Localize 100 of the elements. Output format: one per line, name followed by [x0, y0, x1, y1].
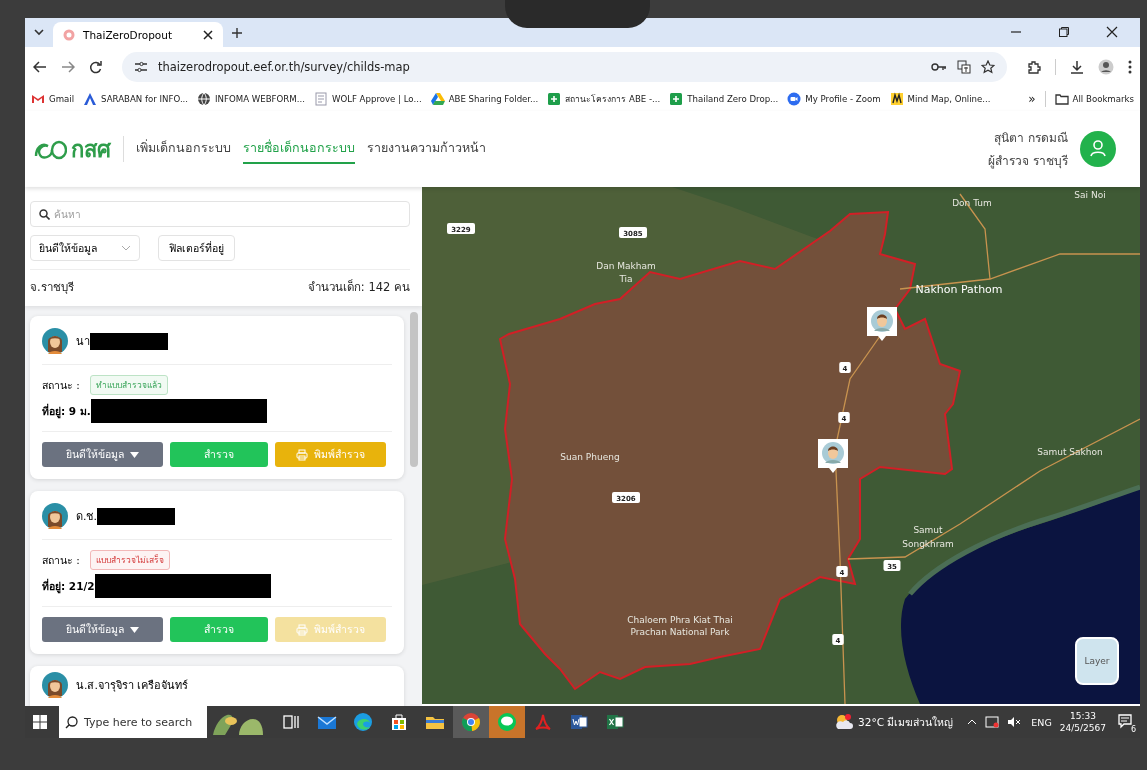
language-indicator[interactable]: ENG — [1031, 716, 1052, 728]
speaker-muted-icon[interactable] — [1007, 716, 1022, 728]
weather-text: 32°C มีเมฆส่วนใหญ่ — [858, 714, 954, 731]
page-icon — [313, 92, 328, 106]
child-avatar-icon — [42, 503, 68, 529]
video-camera-icon — [787, 92, 802, 106]
address-text: ที่อยู่: 21/2 — [42, 577, 95, 595]
user-name: สุนิตา กรดมณี — [994, 130, 1068, 147]
notification-icon[interactable]: 6 — [1118, 714, 1134, 730]
layer-button[interactable]: Layer — [1075, 637, 1119, 685]
bookmark[interactable]: My Profile - Zoom — [787, 92, 881, 106]
printer-icon — [296, 623, 308, 636]
child-avatar-icon — [42, 672, 68, 698]
drive-icon — [430, 92, 445, 106]
bookmark[interactable]: สถานะโครงการ ABE -... — [547, 92, 661, 106]
back-arrow-icon[interactable] — [33, 61, 47, 73]
status-badge: ทำแบบสำรวจแล้ว — [89, 375, 168, 395]
child-pin-icon[interactable] — [818, 439, 848, 473]
bookmark[interactable]: ABE Sharing Folder... — [430, 92, 539, 106]
chevron-down-icon[interactable] — [33, 27, 45, 37]
map-label: Suan Phueng — [560, 452, 620, 462]
profile-avatar-icon[interactable] — [1098, 59, 1114, 75]
child-name: น.ส.จารุจิรา เครือจันทร์ — [76, 678, 189, 694]
user-avatar-icon[interactable] — [1080, 131, 1116, 167]
child-avatar-icon — [42, 328, 68, 354]
forward-arrow-icon[interactable] — [61, 61, 75, 73]
star-icon[interactable] — [981, 60, 995, 74]
mind-map-icon — [889, 92, 904, 106]
restore-icon[interactable] — [1058, 26, 1070, 38]
bookmark[interactable]: Gmail — [31, 92, 75, 106]
spreadsheet-icon — [605, 712, 625, 732]
map-label: Samut — [913, 525, 943, 535]
spreadsheet-icon — [547, 92, 562, 106]
consent-dropdown[interactable]: ยินดีให้ข้อมูล — [30, 235, 140, 261]
address-text: ที่อยู่: 9 ม. — [42, 402, 91, 420]
map-label: Nakhon Pathom — [915, 283, 1003, 296]
translate-icon[interactable] — [957, 60, 971, 74]
map-label: Chaloem Phra Kiat Thai — [627, 615, 733, 625]
reload-icon[interactable] — [89, 60, 102, 74]
mail-icon — [31, 92, 45, 106]
triangle-logo-icon — [83, 92, 98, 106]
plus-icon[interactable] — [231, 27, 243, 39]
chat-bubble-app-button[interactable] — [489, 706, 525, 738]
tab-title: ThaiZeroDropout — [83, 28, 174, 41]
child-name: นา — [76, 334, 90, 350]
consent-dropdown-button[interactable]: ยินดีให้ข้อมูล — [42, 617, 163, 642]
logo-text: กสศ — [71, 135, 111, 164]
map-label: Dan Makham — [596, 261, 656, 271]
cloudy-weather-icon — [834, 714, 855, 730]
shopping-bag-icon — [389, 712, 409, 732]
taskbar-search-field[interactable]: Type here to search — [59, 706, 207, 738]
spreadsheet-icon — [669, 92, 684, 106]
all-bookmarks-button[interactable]: All Bookmarks — [1054, 93, 1134, 105]
extensions-icon[interactable] — [1027, 60, 1041, 74]
more-bookmarks-button[interactable]: » — [1028, 92, 1036, 106]
bookmark[interactable]: WOLF Approve | Lo... — [313, 92, 422, 106]
url-text: thaizerodropout.eef.or.th/survey/childs-map — [158, 60, 410, 74]
map-label: Sai Noi — [1074, 190, 1106, 200]
close-icon[interactable] — [1106, 26, 1118, 38]
search-icon — [39, 208, 50, 220]
address-filter-button[interactable]: ฟิลเตอร์ที่อยู่ — [158, 235, 235, 261]
chevron-up-icon[interactable] — [967, 719, 978, 725]
child-pin-icon[interactable] — [867, 307, 897, 341]
chevron-down-icon — [121, 245, 131, 251]
caret-down-icon — [130, 626, 139, 633]
clock-date: 24/5/2567 — [1059, 723, 1106, 733]
clock-time: 15:33 — [1069, 711, 1096, 721]
word-document-icon — [569, 712, 589, 732]
folder-icon — [1054, 93, 1069, 105]
nav-link[interactable]: เพิ่มเด็กนอกระบบ — [136, 134, 231, 164]
pdf-icon — [533, 712, 553, 732]
map-label: Tia — [619, 274, 633, 284]
globe-icon — [197, 92, 212, 106]
bookmark[interactable]: SARABAN for INFO... — [83, 92, 189, 106]
task-view-icon — [281, 712, 301, 732]
bookmark[interactable]: INFOMA WEBFORM... — [197, 92, 305, 106]
browser-tab[interactable]: ThaiZeroDropout — [53, 22, 223, 47]
child-count: จำนวนเด็ก: 142 คน — [307, 278, 410, 296]
address-bar[interactable]: thaizerodropout.eef.or.th/survey/childs-map — [122, 52, 1007, 82]
scrollbar-thumb[interactable] — [410, 312, 418, 467]
bookmark[interactable]: Mind Map, Online... — [889, 92, 991, 106]
consent-dropdown-button[interactable]: ยินดีให้ข้อมูล — [42, 442, 163, 467]
nav-link[interactable]: รายงานความก้าวหน้า — [367, 134, 486, 164]
browser-swirl-icon — [353, 712, 373, 732]
close-icon[interactable] — [203, 29, 213, 40]
chrome-browser-icon — [461, 712, 481, 732]
site-info-icon[interactable] — [134, 61, 148, 73]
printer-icon — [296, 448, 308, 461]
download-icon[interactable] — [1070, 60, 1084, 74]
chat-bubble-icon — [497, 712, 517, 732]
windows-logo-icon[interactable] — [33, 715, 47, 729]
map-label: Prachan National Park — [630, 627, 730, 637]
bookmark[interactable]: Thailand Zero Drop... — [669, 92, 779, 106]
meet-now-icon[interactable] — [985, 716, 1000, 728]
chrome-browser-app-button[interactable] — [453, 706, 489, 738]
favicon-icon — [63, 28, 75, 41]
status-label: สถานะ : — [42, 552, 80, 568]
key-icon[interactable] — [931, 62, 947, 72]
status-badge: แบบสำรวจไม่เสร็จ — [89, 550, 170, 570]
menu-dots-icon[interactable] — [1128, 60, 1132, 74]
